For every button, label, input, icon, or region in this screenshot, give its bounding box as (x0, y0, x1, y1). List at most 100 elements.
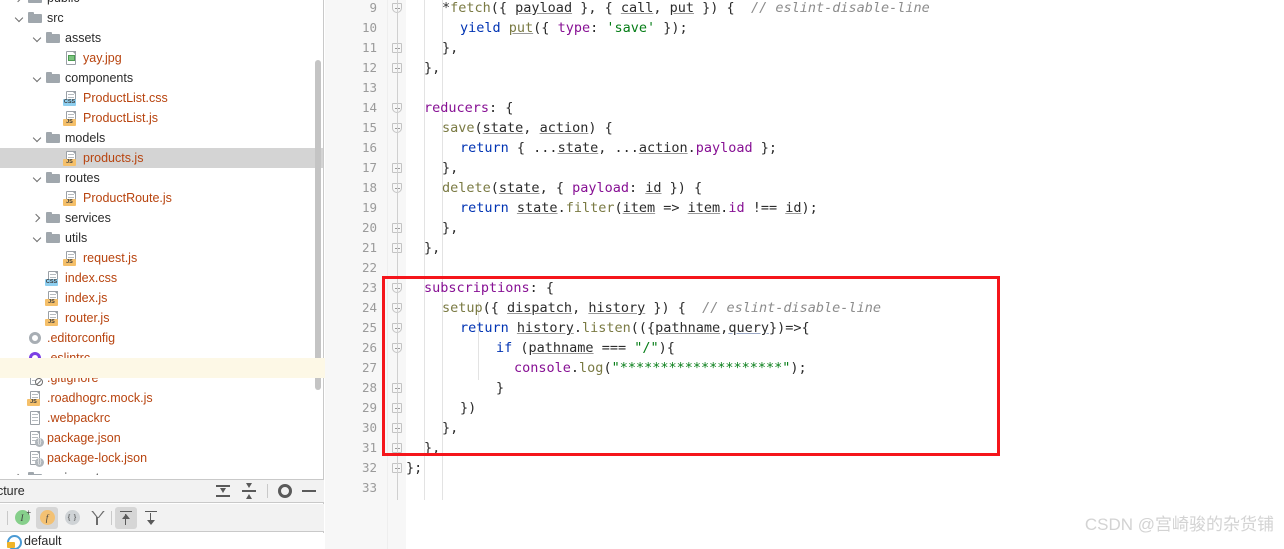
tree-item-utils[interactable]: utils (0, 228, 323, 248)
line-number[interactable]: 18 (327, 178, 387, 198)
line-number[interactable]: 11 (327, 38, 387, 58)
code-line[interactable]: }, (442, 218, 458, 238)
line-number-gutter[interactable]: 9 10 11 12 13 14 15 16 17 18 19 20 21 22 23 24 25 26 27 28 2… (325, 0, 388, 549)
chevron-down-icon[interactable] (32, 133, 43, 144)
tree-item-products-js[interactable]: JS products.js (0, 148, 323, 168)
tree-item-router-js[interactable]: JS router.js (0, 308, 323, 328)
line-number[interactable]: 30 (327, 418, 387, 438)
line-number[interactable]: 15 (327, 118, 387, 138)
minimize-icon[interactable] (302, 490, 316, 492)
branch-status-row[interactable]: default (0, 533, 324, 549)
line-number[interactable]: 13 (327, 78, 387, 98)
line-number[interactable]: 31 (327, 438, 387, 458)
line-number[interactable]: 10 (327, 18, 387, 38)
code-line[interactable]: }, (442, 38, 458, 58)
line-number[interactable]: 33 (327, 478, 387, 498)
code-line[interactable]: setup({ dispatch, history }) { // eslint… (442, 298, 881, 318)
line-number[interactable]: 29 (327, 398, 387, 418)
tree-item-index-css[interactable]: CSS index.css (0, 268, 323, 288)
code-line[interactable]: }, (424, 238, 440, 258)
tree-item-components[interactable]: components (0, 68, 323, 88)
line-number[interactable]: 25 (327, 318, 387, 338)
code-token: id (728, 200, 745, 216)
chevron-down-icon[interactable] (32, 73, 43, 84)
tree-item-productroute-js[interactable]: JS ProductRoute.js (0, 188, 323, 208)
line-number[interactable]: 23 (327, 278, 387, 298)
line-number[interactable]: 27 (327, 358, 387, 378)
chevron-down-icon[interactable] (32, 173, 43, 184)
tree-item-umi-react[interactable]: umi-react (0, 468, 323, 476)
chevron-right-icon[interactable] (14, 473, 25, 476)
code-line[interactable]: console.log("********************"); (514, 358, 807, 378)
tree-item-assets[interactable]: assets (0, 28, 323, 48)
show-inherited-button[interactable] (86, 507, 108, 529)
code-folding-column[interactable] (388, 0, 406, 549)
code-line[interactable]: }) (460, 398, 476, 418)
line-number[interactable]: 22 (327, 258, 387, 278)
code-line[interactable]: }, (424, 58, 440, 78)
code-line[interactable]: }, (442, 158, 458, 178)
line-number[interactable]: 26 (327, 338, 387, 358)
line-number[interactable]: 32 (327, 458, 387, 478)
line-number[interactable]: 21 (327, 238, 387, 258)
expand-all-icon[interactable] (215, 483, 231, 499)
chevron-right-icon[interactable] (14, 0, 25, 4)
code-line[interactable]: subscriptions: { (424, 278, 554, 298)
code-line[interactable]: return { ...state, ...action.payload }; (460, 138, 777, 158)
tree-item-package-lock-json[interactable]: {} package-lock.json (0, 448, 323, 468)
chevron-right-icon[interactable] (32, 213, 43, 224)
tree-item-roadhogrc-mock-js[interactable]: JS .roadhogrc.mock.js (0, 388, 323, 408)
tree-item-public[interactable]: public (0, 0, 323, 8)
code-line[interactable]: }, (424, 438, 440, 458)
line-number[interactable]: 9 (327, 0, 387, 18)
code-line[interactable]: *fetch({ payload }, { call, put }) { // … (442, 0, 930, 18)
code-text-area[interactable]: *fetch({ payload }, { call, put }) { // … (406, 0, 1284, 549)
project-tree-panel[interactable]: public srcassets yay.jpg components CSS Produ… (0, 0, 324, 549)
tree-item-editorconfig[interactable]: .editorconfig (0, 328, 323, 348)
tree-item-routes[interactable]: routes (0, 168, 323, 188)
tree-item-models[interactable]: models (0, 128, 323, 148)
code-line[interactable]: save(state, action) { (442, 118, 613, 138)
code-line[interactable]: if (pathname === "/"){ (496, 338, 675, 358)
tree-item-productlist-js[interactable]: JS ProductList.js (0, 108, 323, 128)
tree-item-webpackrc[interactable]: .webpackrc (0, 408, 323, 428)
project-tree-scrollbar[interactable] (315, 60, 321, 390)
code-line[interactable]: }; (406, 458, 422, 478)
code-editor[interactable]: 9 10 11 12 13 14 15 16 17 18 19 20 21 22 23 24 25 26 27 28 2… (0, 0, 1284, 549)
collapse-all-icon[interactable] (241, 483, 257, 499)
line-number[interactable]: 24 (327, 298, 387, 318)
tree-item-request-js[interactable]: JS request.js (0, 248, 323, 268)
line-number[interactable]: 19 (327, 198, 387, 218)
tree-item-src[interactable]: src (0, 8, 323, 28)
tree-item-package-json[interactable]: {} package.json (0, 428, 323, 448)
gear-icon[interactable] (278, 484, 292, 498)
structure-panel-toolbar[interactable]: I + f { } (0, 504, 324, 532)
sort-alpha-button[interactable]: I + (11, 507, 33, 529)
line-number[interactable]: 20 (327, 218, 387, 238)
chevron-down-icon[interactable] (14, 13, 25, 24)
tree-item-index-js[interactable]: JS index.js (0, 288, 323, 308)
expand-all-nodes-button[interactable] (115, 506, 137, 529)
line-number[interactable]: 14 (327, 98, 387, 118)
code-line[interactable]: reducers: { (424, 98, 513, 118)
project-tree[interactable]: public srcassets yay.jpg components CSS Produ… (0, 0, 323, 476)
line-number[interactable]: 12 (327, 58, 387, 78)
collapse-all-nodes-button[interactable] (140, 507, 162, 529)
code-line[interactable]: delete(state, { payload: id }) { (442, 178, 702, 198)
code-line[interactable]: }, (442, 418, 458, 438)
tree-item-productlist-css[interactable]: CSS ProductList.css (0, 88, 323, 108)
code-line[interactable]: } (496, 378, 504, 398)
line-number[interactable]: 17 (327, 158, 387, 178)
show-properties-button[interactable]: { } (61, 507, 83, 529)
code-line[interactable]: return history.listen(({pathname,query})… (460, 318, 810, 338)
show-fields-button[interactable]: f (36, 506, 58, 529)
code-line[interactable]: yield put({ type: 'save' }); (460, 18, 688, 38)
line-number[interactable]: 16 (327, 138, 387, 158)
tree-item-label: router.js (65, 311, 110, 325)
chevron-down-icon[interactable] (32, 33, 43, 44)
tree-item-services[interactable]: services (0, 208, 323, 228)
tree-item-yay-jpg[interactable]: yay.jpg (0, 48, 323, 68)
code-line[interactable]: return state.filter(item => item.id !== … (460, 198, 818, 218)
chevron-down-icon[interactable] (32, 233, 43, 244)
line-number[interactable]: 28 (327, 378, 387, 398)
